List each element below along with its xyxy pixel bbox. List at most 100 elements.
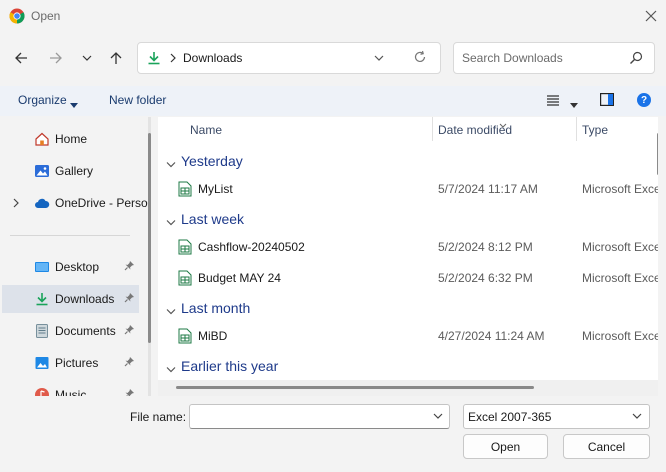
excel-file-icon xyxy=(178,181,192,200)
chevron-down-icon xyxy=(374,55,384,61)
search-input[interactable] xyxy=(462,50,622,66)
pin-icon[interactable] xyxy=(124,292,135,306)
file-date: 5/7/2024 11:17 AM xyxy=(438,182,538,196)
chevron-right-icon[interactable] xyxy=(12,197,20,212)
chevron-down-icon xyxy=(166,216,176,230)
address-bar[interactable]: Downloads xyxy=(137,42,441,74)
up-button[interactable] xyxy=(103,45,129,71)
column-header-type[interactable]: Type xyxy=(582,123,608,137)
list-view-icon xyxy=(547,95,559,106)
sidebar-item-label: OneDrive - Perso xyxy=(55,196,148,210)
file-name: Budget MAY 24 xyxy=(198,271,281,285)
title-bar xyxy=(0,0,666,32)
search-icon[interactable] xyxy=(629,51,643,68)
file-type-dropdown[interactable] xyxy=(632,410,642,424)
back-button[interactable] xyxy=(8,45,34,71)
search-box[interactable] xyxy=(453,42,655,74)
column-header-name[interactable]: Name xyxy=(190,123,222,137)
cloud-icon xyxy=(34,195,50,214)
horizontal-scrollbar-thumb[interactable] xyxy=(176,386,534,389)
file-type-select[interactable]: Excel 2007-365 xyxy=(463,404,650,429)
file-type: Microsoft Exce xyxy=(582,182,658,196)
file-row[interactable]: Cashflow-20240502 5/2/2024 8:12 PM Micro… xyxy=(158,234,658,260)
file-type: Microsoft Exce xyxy=(582,271,658,285)
music-icon xyxy=(34,387,50,396)
column-separator[interactable] xyxy=(576,117,577,141)
vertical-scrollbar-thumb[interactable] xyxy=(657,133,658,175)
organize-button[interactable]: Organize xyxy=(18,93,67,107)
file-date: 4/27/2024 11:24 AM xyxy=(438,329,545,343)
pin-icon[interactable] xyxy=(124,388,135,396)
caret-down-icon[interactable] xyxy=(70,98,78,112)
file-name-combobox[interactable] xyxy=(189,404,450,429)
sidebar-item-gallery[interactable]: Gallery xyxy=(2,157,139,185)
file-type-selected: Excel 2007-365 xyxy=(468,410,552,424)
group-label: Last week xyxy=(181,211,245,227)
pin-icon[interactable] xyxy=(124,260,135,274)
help-button[interactable]: ? xyxy=(637,93,651,107)
chevron-down-icon xyxy=(632,413,642,419)
view-options-button[interactable] xyxy=(546,94,560,109)
documents-icon xyxy=(34,323,50,342)
excel-file-icon xyxy=(178,328,192,347)
group-label: Last month xyxy=(181,300,251,316)
sidebar-item-label: Pictures xyxy=(55,356,99,370)
caret-down-icon[interactable] xyxy=(570,98,578,112)
chevron-down-icon xyxy=(166,158,176,172)
sidebar-item-label: Desktop xyxy=(55,260,100,274)
file-type: Microsoft Exce xyxy=(582,240,658,254)
window-title: Open xyxy=(31,9,61,23)
cancel-button[interactable]: Cancel xyxy=(563,434,650,459)
chrome-icon xyxy=(9,8,25,24)
command-bar xyxy=(0,86,666,116)
address-history-dropdown[interactable] xyxy=(374,52,384,66)
column-header-date-modified[interactable]: Date modified xyxy=(438,123,512,137)
column-separator[interactable] xyxy=(432,117,433,141)
sidebar-item-documents[interactable]: Documents xyxy=(2,317,139,345)
refresh-button[interactable] xyxy=(413,50,427,67)
sidebar-item-onedrive[interactable]: OneDrive - Perso xyxy=(2,189,148,217)
desktop-icon xyxy=(34,259,50,278)
file-list: Name Date modified Type Yesterday MyList… xyxy=(158,117,658,396)
close-button[interactable] xyxy=(636,0,666,32)
group-label: Earlier this year xyxy=(181,358,279,374)
file-row[interactable]: MiBD 4/27/2024 11:24 AM Microsoft Exce xyxy=(158,323,658,349)
home-icon xyxy=(34,131,50,150)
file-name-input[interactable] xyxy=(195,409,420,425)
chevron-down-icon xyxy=(166,363,176,377)
sidebar-item-label: Gallery xyxy=(55,164,94,178)
chevron-down-icon xyxy=(82,55,92,61)
pin-icon[interactable] xyxy=(124,324,135,338)
sidebar-item-home[interactable]: Home xyxy=(2,125,139,153)
pin-icon[interactable] xyxy=(124,356,135,370)
sidebar-item-label: Downloads xyxy=(55,292,115,306)
arrow-right-icon xyxy=(50,52,62,64)
file-type: Microsoft Exce xyxy=(582,329,658,343)
sidebar-item-label: Documents xyxy=(55,324,116,338)
preview-pane-button[interactable] xyxy=(600,93,615,109)
group-label: Yesterday xyxy=(181,153,243,169)
file-row[interactable]: Budget MAY 24 5/2/2024 6:32 PM Microsoft… xyxy=(158,265,658,291)
file-date: 5/2/2024 8:12 PM xyxy=(438,240,533,254)
open-button[interactable]: Open xyxy=(463,434,548,459)
chevron-down-icon xyxy=(166,305,176,319)
arrow-left-icon xyxy=(15,52,27,64)
excel-file-icon xyxy=(178,239,192,258)
chevron-down-icon xyxy=(433,413,443,419)
sidebar-item-desktop[interactable]: Desktop xyxy=(2,253,139,281)
navigation-pane: Home Gallery OneDrive - Perso Desktop Do… xyxy=(0,117,152,396)
file-name-dropdown[interactable] xyxy=(433,410,443,424)
sidebar-item-downloads[interactable]: Downloads xyxy=(2,285,139,313)
sidebar-item-label: Home xyxy=(55,132,88,146)
address-location[interactable]: Downloads xyxy=(183,51,242,65)
recent-locations-button[interactable] xyxy=(74,45,100,71)
sidebar-item-pictures[interactable]: Pictures xyxy=(2,349,139,377)
new-folder-button[interactable]: New folder xyxy=(109,93,166,107)
file-name: Cashflow-20240502 xyxy=(198,240,305,254)
download-icon xyxy=(34,291,50,310)
sidebar-item-music[interactable]: Music xyxy=(2,381,139,396)
refresh-icon xyxy=(414,50,426,63)
file-row[interactable]: MyList 5/7/2024 11:17 AM Microsoft Exce xyxy=(158,176,658,202)
forward-button[interactable] xyxy=(43,45,69,71)
sidebar-scrollbar-thumb[interactable] xyxy=(148,133,151,343)
